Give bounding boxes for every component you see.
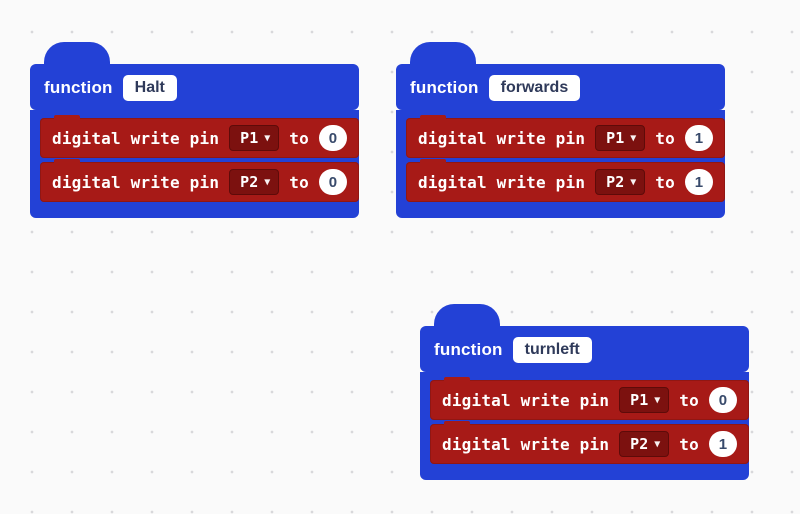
function-header[interactable]: function turnleft	[420, 326, 749, 372]
function-body: digital write pin P1 ▼ to 0 digital writ…	[420, 372, 749, 480]
pin-value: P1	[240, 129, 258, 147]
value-input[interactable]: 1	[685, 169, 713, 195]
chevron-down-icon: ▼	[630, 177, 636, 188]
function-block-turnleft[interactable]: function turnleft digital write pin P1 ▼…	[420, 326, 749, 480]
block-label: digital write pin	[442, 391, 609, 410]
function-keyword: function	[410, 78, 479, 98]
to-label: to	[679, 391, 699, 410]
pin-dropdown[interactable]: P2 ▼	[595, 169, 645, 195]
pin-value: P2	[630, 435, 648, 453]
block-label: digital write pin	[418, 129, 585, 148]
chevron-down-icon: ▼	[630, 133, 636, 144]
function-name-input[interactable]: forwards	[489, 75, 581, 101]
chevron-down-icon: ▼	[654, 395, 660, 406]
pin-value: P1	[630, 391, 648, 409]
pin-dropdown[interactable]: P1 ▼	[619, 387, 669, 413]
function-block-halt[interactable]: function Halt digital write pin P1 ▼ to …	[30, 64, 359, 218]
function-header[interactable]: function forwards	[396, 64, 725, 110]
to-label: to	[289, 173, 309, 192]
to-label: to	[289, 129, 309, 148]
chevron-down-icon: ▼	[654, 439, 660, 450]
value-input[interactable]: 1	[685, 125, 713, 151]
to-label: to	[655, 173, 675, 192]
function-keyword: function	[44, 78, 113, 98]
digital-write-block[interactable]: digital write pin P2 ▼ to 1	[406, 162, 725, 202]
block-workspace[interactable]: function Halt digital write pin P1 ▼ to …	[0, 0, 800, 514]
pin-dropdown[interactable]: P1 ▼	[229, 125, 279, 151]
block-label: digital write pin	[418, 173, 585, 192]
digital-write-block[interactable]: digital write pin P1 ▼ to 1	[406, 118, 725, 158]
value-input[interactable]: 1	[709, 431, 737, 457]
pin-value: P1	[606, 129, 624, 147]
chevron-down-icon: ▼	[264, 133, 270, 144]
to-label: to	[679, 435, 699, 454]
to-label: to	[655, 129, 675, 148]
digital-write-block[interactable]: digital write pin P1 ▼ to 0	[430, 380, 749, 420]
pin-dropdown[interactable]: P2 ▼	[619, 431, 669, 457]
digital-write-block[interactable]: digital write pin P1 ▼ to 0	[40, 118, 359, 158]
function-block-forwards[interactable]: function forwards digital write pin P1 ▼…	[396, 64, 725, 218]
pin-dropdown[interactable]: P1 ▼	[595, 125, 645, 151]
function-name-input[interactable]: Halt	[123, 75, 177, 101]
pin-dropdown[interactable]: P2 ▼	[229, 169, 279, 195]
digital-write-block[interactable]: digital write pin P2 ▼ to 1	[430, 424, 749, 464]
function-name-input[interactable]: turnleft	[513, 337, 592, 363]
digital-write-block[interactable]: digital write pin P2 ▼ to 0	[40, 162, 359, 202]
block-label: digital write pin	[52, 173, 219, 192]
chevron-down-icon: ▼	[264, 177, 270, 188]
function-header[interactable]: function Halt	[30, 64, 359, 110]
function-body: digital write pin P1 ▼ to 1 digital writ…	[396, 110, 725, 218]
value-input[interactable]: 0	[319, 169, 347, 195]
function-body: digital write pin P1 ▼ to 0 digital writ…	[30, 110, 359, 218]
value-input[interactable]: 0	[709, 387, 737, 413]
function-keyword: function	[434, 340, 503, 360]
block-label: digital write pin	[52, 129, 219, 148]
value-input[interactable]: 0	[319, 125, 347, 151]
block-label: digital write pin	[442, 435, 609, 454]
pin-value: P2	[240, 173, 258, 191]
pin-value: P2	[606, 173, 624, 191]
